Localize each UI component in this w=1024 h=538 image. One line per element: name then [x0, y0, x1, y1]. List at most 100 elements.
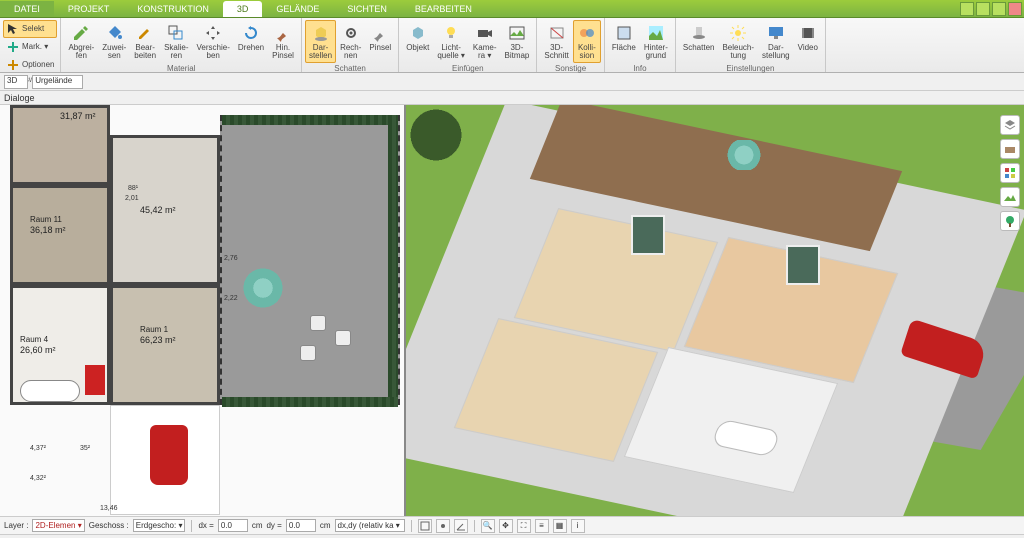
back-brush-button[interactable]: Hin. Pinsel — [268, 20, 298, 63]
hedge-icon — [222, 397, 398, 407]
dx-label: dx = — [198, 521, 213, 530]
room-area: 26,60 m² — [20, 345, 56, 355]
scale-icon — [166, 23, 186, 43]
umbrella-3d-icon — [726, 140, 762, 170]
landscape-icon — [646, 23, 666, 43]
collision-button[interactable]: Kolli- sion — [573, 20, 601, 63]
window-maximize-button[interactable] — [992, 2, 1006, 16]
ribbon-group-schatten: Dar- stellen Rech- nen Pinsel Schatten — [302, 18, 399, 72]
floor-select[interactable]: Erdgescho: ▾ — [133, 519, 186, 532]
chair-icon — [335, 330, 351, 346]
room-area: 31,87 m² — [60, 111, 96, 121]
dx-input[interactable]: 0.0 — [218, 519, 248, 532]
window-help-button[interactable] — [960, 2, 974, 16]
ribbon-group-einstellungen: Schatten Beleuch- tung Dar- stellung Vid… — [676, 18, 826, 72]
view-grid-button[interactable]: ▦ — [553, 519, 567, 533]
furniture-tool-button[interactable] — [1000, 139, 1020, 159]
window-minimize-button[interactable] — [976, 2, 990, 16]
menu-tab-projekt[interactable]: PROJEKT — [54, 1, 124, 17]
ribbon-toolbar: Selekt Mark. ▾ Optionen Auswahl Abgrei- … — [0, 18, 1024, 73]
window-close-button[interactable] — [1008, 2, 1022, 16]
rotate-icon — [241, 23, 261, 43]
menu-tab-bearbeiten[interactable]: BEARBEITEN — [401, 1, 486, 17]
brush-icon — [370, 23, 390, 43]
collision-icon — [577, 23, 597, 43]
umbrella-icon — [240, 265, 286, 311]
menu-tab-gelaende[interactable]: GELÄNDE — [262, 1, 333, 17]
colors-tool-button[interactable] — [1000, 163, 1020, 183]
terrain-select[interactable]: Urgelände — [32, 75, 83, 89]
eyedropper-icon — [71, 23, 91, 43]
view-pan-button[interactable]: ✥ — [499, 519, 513, 533]
film-icon — [798, 23, 818, 43]
insert-camera-button[interactable]: Kame- ra ▾ — [469, 20, 501, 63]
terrain-tool-button[interactable] — [1000, 187, 1020, 207]
scene-side-toolbar — [1000, 115, 1020, 231]
view-layers-button[interactable]: ≡ — [535, 519, 549, 533]
section-3d-button[interactable]: 3D- Schnitt — [540, 20, 572, 63]
brush-icon — [273, 23, 293, 43]
dy-input[interactable]: 0.0 — [286, 519, 316, 532]
chair-icon — [310, 315, 326, 331]
video-settings-button[interactable]: Video — [794, 20, 822, 63]
display-settings-button[interactable]: Dar- stellung — [758, 20, 794, 63]
layer-select[interactable]: 2D-Elemen ▾ — [32, 519, 84, 532]
shift-material-button[interactable]: Verschie- ben — [193, 20, 234, 63]
options-button[interactable]: Optionen — [3, 56, 57, 74]
plants-tool-button[interactable] — [1000, 211, 1020, 231]
mark-dropdown[interactable]: Mark. ▾ — [3, 38, 57, 56]
sofa-icon — [85, 365, 105, 395]
window-3d-icon — [631, 215, 665, 255]
background-button[interactable]: Hinter- grund — [640, 20, 672, 63]
area-icon — [614, 23, 634, 43]
dialog-label: Dialoge — [4, 93, 35, 103]
shadow-compute-button[interactable]: Rech- nen — [336, 20, 365, 63]
coord-mode-select[interactable]: dx,dy (relativ ka ▾ — [335, 519, 405, 532]
tree-icon — [406, 105, 466, 165]
snap-grid-button[interactable] — [418, 519, 432, 533]
menu-tab-sichten[interactable]: SICHTEN — [333, 1, 401, 17]
layers-tool-button[interactable] — [1000, 115, 1020, 135]
menu-tab-datei[interactable]: DATEI — [0, 1, 54, 17]
cube-shadow-icon — [311, 23, 331, 43]
scale-material-button[interactable]: Skalie- ren — [160, 20, 192, 63]
menu-tab-3d[interactable]: 3D — [223, 1, 263, 17]
snap-angle-button[interactable] — [454, 519, 468, 533]
car-icon — [150, 425, 188, 485]
chair-icon — [300, 345, 316, 361]
view-fit-button[interactable]: ⛶ — [517, 519, 531, 533]
select-button[interactable]: Selekt — [3, 20, 57, 38]
bucket-icon — [104, 23, 124, 43]
view-info-button[interactable]: i — [571, 519, 585, 533]
cube-icon — [408, 23, 428, 43]
ribbon-group-auswahl: Selekt Mark. ▾ Optionen Auswahl — [0, 18, 61, 72]
scene-3d-viewport[interactable] — [406, 105, 1024, 516]
assign-material-button[interactable]: Zuwei- sen — [98, 20, 130, 63]
dialog-subtoolbar: Dialoge — [0, 91, 1024, 105]
plan-2d-viewport[interactable]: 31,87 m² Raum 11 36,18 m² 45,42 m² Raum … — [0, 105, 406, 516]
menu-tab-konstruktion[interactable]: KONSTRUKTION — [123, 1, 223, 17]
shadow-display-button[interactable]: Dar- stellen — [305, 20, 336, 63]
edit-material-button[interactable]: Bear- beiten — [130, 20, 160, 63]
pick-material-button[interactable]: Abgrei- fen — [64, 20, 98, 63]
select-label: Selekt — [22, 25, 44, 33]
shadow-brush-button[interactable]: Pinsel — [365, 20, 395, 63]
snap-point-button[interactable] — [436, 519, 450, 533]
ribbon-group-einfuegen: Objekt Licht- quelle ▾ Kame- ra ▾ 3D- Bi… — [399, 18, 537, 72]
insert-light-button[interactable]: Licht- quelle ▾ — [433, 20, 469, 63]
bottom-control-bar: Layer : 2D-Elemen ▾ Geschoss : Erdgescho… — [0, 516, 1024, 534]
view-zoom-button[interactable]: 🔍 — [481, 519, 495, 533]
view-mode-select[interactable]: 3D — [4, 75, 28, 89]
plus-icon — [6, 58, 20, 72]
shadows-settings-button[interactable]: Schatten — [679, 20, 719, 63]
insert-object-button[interactable]: Objekt — [402, 20, 433, 63]
area-info-button[interactable]: Fläche — [608, 20, 640, 63]
sun-icon — [728, 23, 748, 43]
insert-bitmap-button[interactable]: 3D- Bitmap — [500, 20, 533, 63]
room-name: Raum 11 — [30, 215, 62, 224]
bathtub-icon — [20, 380, 80, 402]
room-area: 45,42 m² — [140, 205, 176, 215]
main-menu-bar: DATEI PROJEKT KONSTRUKTION 3D GELÄNDE SI… — [0, 0, 1024, 18]
rotate-material-button[interactable]: Drehen — [234, 20, 268, 63]
lighting-settings-button[interactable]: Beleuch- tung — [718, 20, 758, 63]
